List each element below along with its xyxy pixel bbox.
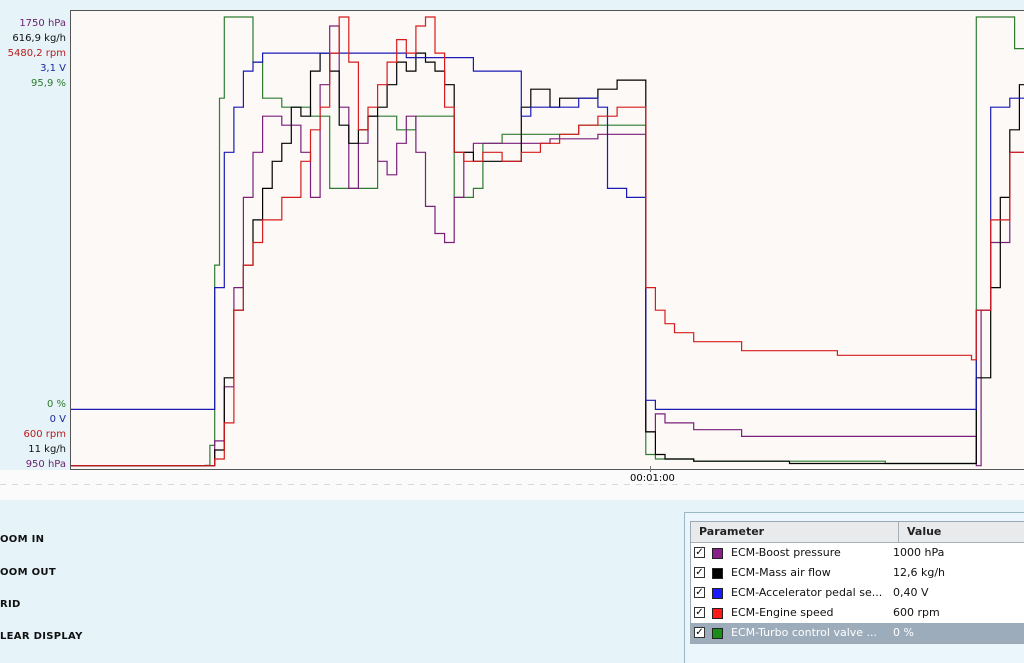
row-checkbox[interactable]: ✓ <box>694 547 705 558</box>
parameter-panel: Parameter Value ✓ ECM-Boost pressure 100… <box>684 512 1024 663</box>
time-axis-label: 00:01:00 <box>630 473 675 484</box>
grid-button[interactable]: RID <box>0 599 21 610</box>
row-checkbox[interactable]: ✓ <box>694 567 705 578</box>
parameter-value: 600 rpm <box>893 606 940 619</box>
parameter-row-boost-pressure[interactable]: ✓ ECM-Boost pressure 1000 hPa <box>691 543 1024 563</box>
series-color-swatch <box>712 628 723 639</box>
parameter-column-header[interactable]: Parameter <box>691 522 899 542</box>
axis-label-top-1: 616,9 kg/h <box>12 33 66 44</box>
parameter-row-turbo-control-valve[interactable]: ✓ ECM-Turbo control valve ... 0 % <box>691 623 1024 643</box>
parameter-name: ECM-Boost pressure <box>731 546 841 559</box>
value-column-header[interactable]: Value <box>899 522 941 542</box>
series-color-swatch <box>712 568 723 579</box>
parameter-table: Parameter Value ✓ ECM-Boost pressure 100… <box>690 521 1024 644</box>
series-color-swatch <box>712 588 723 599</box>
series-color-swatch <box>712 608 723 619</box>
time-axis-tick <box>650 466 651 472</box>
series-line-4 <box>71 16 1024 467</box>
parameter-value: 1000 hPa <box>893 546 945 559</box>
parameter-table-header: Parameter Value <box>691 522 1024 543</box>
clear-display-button[interactable]: LEAR DISPLAY <box>0 631 83 642</box>
parameter-row-engine-speed[interactable]: ✓ ECM-Engine speed 600 rpm <box>691 603 1024 623</box>
parameter-name: ECM-Turbo control valve ... <box>731 626 878 639</box>
row-checkbox[interactable]: ✓ <box>694 627 705 638</box>
chart-svg <box>71 16 1024 467</box>
row-checkbox[interactable]: ✓ <box>694 587 705 598</box>
parameter-row-mass-air-flow[interactable]: ✓ ECM-Mass air flow 12,6 kg/h <box>691 563 1024 583</box>
parameter-value: 0 % <box>893 626 914 639</box>
zoom-in-button[interactable]: OOM IN <box>0 534 44 545</box>
parameter-value: 0,40 V <box>893 586 929 599</box>
parameter-row-accelerator-pedal[interactable]: ✓ ECM-Accelerator pedal se... 0,40 V <box>691 583 1024 603</box>
series-line-2 <box>71 52 1024 467</box>
zoom-out-button[interactable]: OOM OUT <box>0 567 56 578</box>
parameter-name: ECM-Mass air flow <box>731 566 831 579</box>
row-checkbox[interactable]: ✓ <box>694 607 705 618</box>
series-line-0 <box>71 16 1024 467</box>
axis-label-bottom-1: 0 V <box>49 414 66 425</box>
axis-label-top-2: 5480,2 rpm <box>7 48 66 59</box>
axis-label-top-3: 3,1 V <box>40 63 66 74</box>
axis-label-bottom-0: 0 % <box>46 399 66 410</box>
series-line-1 <box>71 25 1024 467</box>
parameter-value: 12,6 kg/h <box>893 566 946 579</box>
series-color-swatch <box>712 548 723 559</box>
parameter-name: ECM-Accelerator pedal se... <box>731 586 883 599</box>
chart-plot-area[interactable] <box>70 10 1024 470</box>
parameter-name: ECM-Engine speed <box>731 606 834 619</box>
axis-label-top-0: 1750 hPa <box>19 18 66 29</box>
axis-label-bottom-2: 600 rpm <box>23 429 66 440</box>
time-axis-strip[interactable] <box>0 470 1024 500</box>
series-line-3 <box>71 52 1024 410</box>
axis-label-bottom-3: 11 kg/h <box>28 444 66 455</box>
axis-label-top-4: 95,9 % <box>31 78 66 89</box>
